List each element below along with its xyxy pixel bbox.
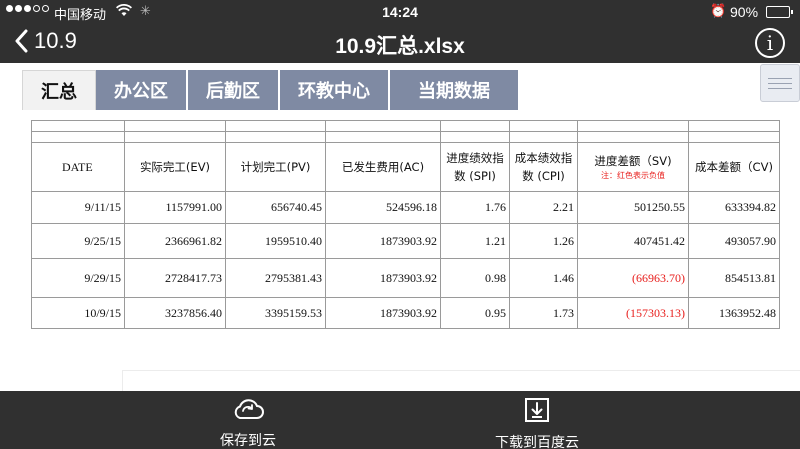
table-row: 9/25/15 2366961.82 1959510.40 1873903.92… — [31, 223, 780, 259]
cell-date[interactable]: 9/11/15 — [31, 191, 125, 224]
status-bar: 中国移动 ✳ 14:24 ⏰ 90% — [0, 0, 800, 24]
cell-sv[interactable]: 407451.42 — [577, 223, 689, 259]
title-bar: 10.9 10.9汇总.xlsx i — [0, 24, 800, 63]
alarm-icon: ⏰ — [710, 3, 727, 18]
cell-spi[interactable]: 1.76 — [440, 191, 510, 224]
cell-date[interactable]: 9/29/15 — [31, 258, 125, 298]
side-panel-handle[interactable] — [760, 64, 800, 102]
download-to-baidu-cloud-button[interactable]: 下载到百度云 — [467, 397, 607, 449]
cell-ev[interactable]: 1157991.00 — [124, 191, 226, 224]
header-cv[interactable]: 成本差额（CV) — [688, 142, 780, 192]
cell-spi[interactable]: 0.98 — [440, 258, 510, 298]
top-bar: 中国移动 ✳ 14:24 ⏰ 90% 10.9 10.9汇总.xlsx i — [0, 0, 800, 63]
cell-ev[interactable]: 2728417.73 — [124, 258, 226, 298]
cell-cv[interactable]: 493057.90 — [688, 223, 780, 259]
tab-current-data[interactable]: 当期数据 — [390, 70, 520, 110]
cell-cpi[interactable]: 1.73 — [509, 297, 578, 329]
header-sv[interactable]: 进度差额（SV) 注：红色表示负值 — [577, 142, 689, 192]
sheet-tabs: 汇总 办公区 后勤区 环教中心 当期数据 — [22, 70, 520, 110]
cell-ac[interactable]: 1873903.92 — [325, 223, 441, 259]
table-row: 9/11/15 1157991.00 656740.45 524596.18 1… — [31, 191, 780, 224]
cell-ev[interactable]: 3237856.40 — [124, 297, 226, 329]
header-ev[interactable]: 实际完工(EV) — [124, 142, 226, 192]
blank-row — [31, 131, 780, 143]
cell-pv[interactable]: 1959510.40 — [225, 223, 326, 259]
cell-cv[interactable]: 633394.82 — [688, 191, 780, 224]
download-to-baidu-cloud-label: 下载到百度云 — [495, 434, 579, 449]
cloud-upload-icon — [178, 397, 318, 426]
header-date[interactable]: DATE — [31, 142, 125, 192]
cell-cpi[interactable]: 1.46 — [509, 258, 578, 298]
file-title: 10.9汇总.xlsx — [335, 35, 465, 58]
cell-sv[interactable]: 501250.55 — [577, 191, 689, 224]
cell-spi[interactable]: 1.21 — [440, 223, 510, 259]
cell-date[interactable]: 9/25/15 — [31, 223, 125, 259]
tab-environmental-center[interactable]: 环教中心 — [280, 70, 390, 110]
cell-sv[interactable]: (157303.13) — [577, 297, 689, 329]
cell-date[interactable]: 10/9/15 — [31, 297, 125, 329]
negative-value-note: 注：红色表示负值 — [601, 171, 665, 180]
cell-pv[interactable]: 2795381.43 — [225, 258, 326, 298]
tab-summary[interactable]: 汇总 — [22, 70, 96, 110]
battery-percent: 90% — [730, 4, 759, 20]
cell-sv[interactable]: (66963.70) — [577, 258, 689, 298]
tab-office-area[interactable]: 办公区 — [96, 70, 188, 110]
cell-cpi[interactable]: 1.26 — [509, 223, 578, 259]
bottom-action-bar: 保存到云 下载到百度云 — [0, 391, 800, 449]
header-sv-label: 进度差额（SV) — [594, 154, 672, 168]
header-cpi[interactable]: 成本绩效指数 (CPI) — [509, 142, 578, 192]
tab-logistics-area[interactable]: 后勤区 — [188, 70, 280, 110]
cell-ev[interactable]: 2366961.82 — [124, 223, 226, 259]
cell-ac[interactable]: 524596.18 — [325, 191, 441, 224]
cell-spi[interactable]: 0.95 — [440, 297, 510, 329]
summary-table: DATE 实际完工(EV) 计划完工(PV) 已发生费用(AC) 进度绩效指数 … — [31, 120, 780, 329]
header-spi[interactable]: 进度绩效指数 (SPI) — [440, 142, 510, 192]
save-to-cloud-button[interactable]: 保存到云 — [178, 397, 318, 449]
status-time: 14:24 — [382, 4, 418, 20]
info-button[interactable]: i — [755, 28, 785, 58]
cell-pv[interactable]: 3395159.53 — [225, 297, 326, 329]
cell-ac[interactable]: 1873903.92 — [325, 258, 441, 298]
cell-cv[interactable]: 1363952.48 — [688, 297, 780, 329]
header-pv[interactable]: 计划完工(PV) — [225, 142, 326, 192]
blank-row — [31, 120, 780, 132]
table-row: 10/9/15 3237856.40 3395159.53 1873903.92… — [31, 297, 780, 329]
save-to-cloud-label: 保存到云 — [220, 432, 276, 448]
cell-pv[interactable]: 656740.45 — [225, 191, 326, 224]
cell-cpi[interactable]: 2.21 — [509, 191, 578, 224]
cell-cv[interactable]: 854513.81 — [688, 258, 780, 298]
sheet-area-edge — [122, 370, 800, 391]
download-icon — [467, 397, 607, 428]
battery-icon — [766, 6, 793, 18]
header-ac[interactable]: 已发生费用(AC) — [325, 142, 441, 192]
cell-ac[interactable]: 1873903.92 — [325, 297, 441, 329]
table-row: 9/29/15 2728417.73 2795381.43 1873903.92… — [31, 258, 780, 298]
header-row: DATE 实际完工(EV) 计划完工(PV) 已发生费用(AC) 进度绩效指数 … — [31, 142, 780, 192]
